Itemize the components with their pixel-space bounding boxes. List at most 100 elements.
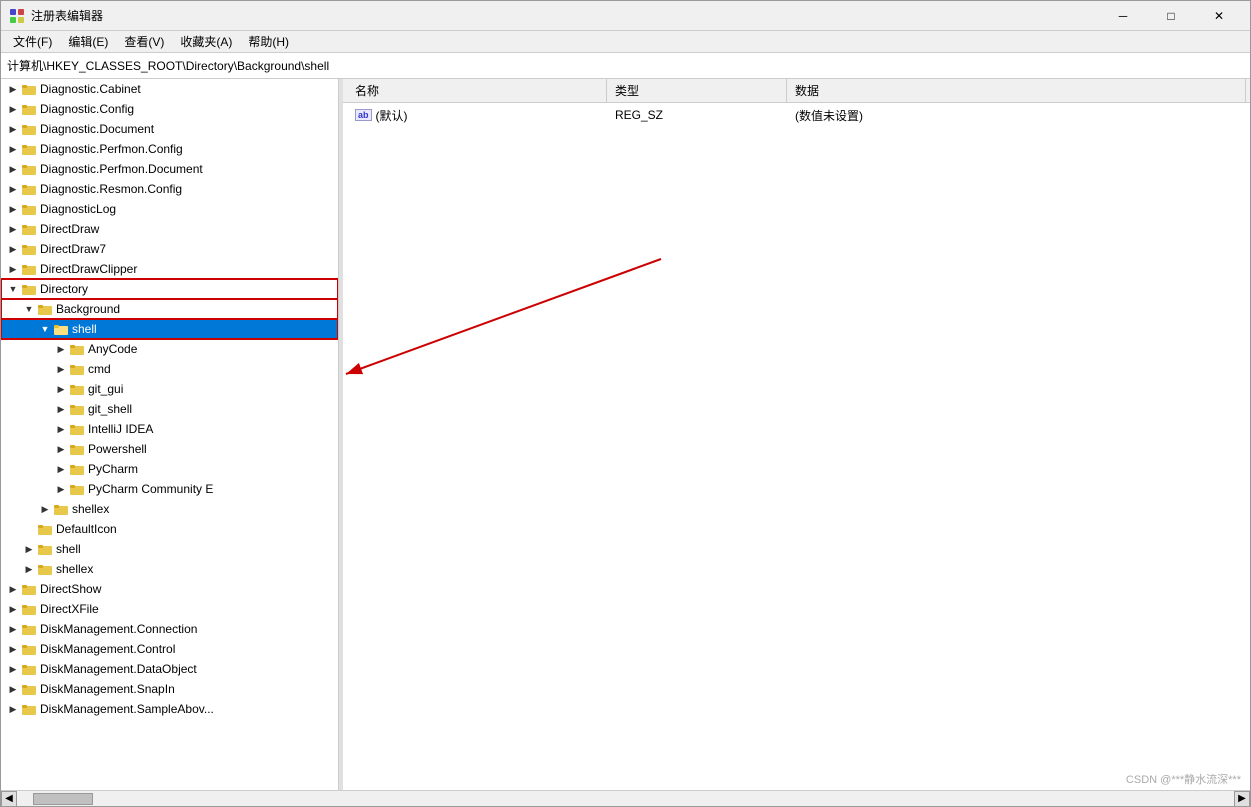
tree-label: PyCharm Community E bbox=[88, 482, 338, 496]
folder-icon bbox=[21, 221, 37, 237]
folder-icon bbox=[37, 301, 53, 317]
folder-icon bbox=[21, 641, 37, 657]
menu-view[interactable]: 查看(V) bbox=[116, 31, 172, 52]
tree-label: DiskManagement.SampleAbov... bbox=[40, 702, 338, 716]
cell-type: REG_SZ bbox=[607, 108, 787, 122]
tree-item-shellex-directory[interactable]: ▶ shellex bbox=[1, 559, 338, 579]
tree-label: DirectDraw7 bbox=[40, 242, 338, 256]
tree-label: DefaultIcon bbox=[56, 522, 338, 536]
registry-editor-window: 注册表编辑器 ─ □ ✕ 文件(F) 编辑(E) 查看(V) 收藏夹(A) 帮助… bbox=[0, 0, 1251, 807]
scroll-left-button[interactable]: ◀ bbox=[1, 791, 17, 807]
expander-icon: ▶ bbox=[5, 684, 21, 695]
tree-item-pycharm-community[interactable]: ▶ PyCharm Community E bbox=[1, 479, 338, 499]
tree-label: Diagnostic.Resmon.Config bbox=[40, 182, 338, 196]
expander-icon: ▶ bbox=[5, 224, 21, 235]
folder-icon bbox=[53, 321, 69, 337]
tree-item-cmd[interactable]: ▶ cmd bbox=[1, 359, 338, 379]
tree-item-diagnosticlog[interactable]: ▶ DiagnosticLog bbox=[1, 199, 338, 219]
folder-icon bbox=[37, 521, 53, 537]
tree-item-diskmanagement-connection[interactable]: ▶ DiskManagement.Connection bbox=[1, 619, 338, 639]
column-header-type: 类型 bbox=[607, 79, 787, 102]
tree-item-diskmanagement-control[interactable]: ▶ DiskManagement.Control bbox=[1, 639, 338, 659]
expander-icon: ▶ bbox=[37, 504, 53, 515]
folder-icon bbox=[21, 601, 37, 617]
tree-label: Diagnostic.Perfmon.Document bbox=[40, 162, 338, 176]
tree-label: DiskManagement.DataObject bbox=[40, 662, 338, 676]
tree-label: DirectShow bbox=[40, 582, 338, 596]
tree-item-diskmanagement-dataobject[interactable]: ▶ DiskManagement.DataObject bbox=[1, 659, 338, 679]
tree-item-directdraw[interactable]: ▶ DirectDraw bbox=[1, 219, 338, 239]
tree-item-diskmanagement-snapin[interactable]: ▶ DiskManagement.SnapIn bbox=[1, 679, 338, 699]
tree-label: Diagnostic.Config bbox=[40, 102, 338, 116]
folder-icon bbox=[69, 461, 85, 477]
tree-label: Diagnostic.Perfmon.Config bbox=[40, 142, 338, 156]
expander-icon: ▶ bbox=[5, 104, 21, 115]
tree-item-git-gui[interactable]: ▶ git_gui bbox=[1, 379, 338, 399]
menu-file[interactable]: 文件(F) bbox=[5, 31, 60, 52]
tree-label: DirectXFile bbox=[40, 602, 338, 616]
folder-icon bbox=[21, 81, 37, 97]
tree-item-directory[interactable]: ▼ Directory bbox=[1, 279, 338, 299]
tree-panel[interactable]: ▶ Diagnostic.Cabinet ▶ Diagnostic.Config… bbox=[1, 79, 339, 790]
minimize-button[interactable]: ─ bbox=[1100, 1, 1146, 31]
folder-icon bbox=[69, 441, 85, 457]
expander-icon: ▶ bbox=[5, 124, 21, 135]
scroll-right-button[interactable]: ▶ bbox=[1234, 791, 1250, 807]
tree-item-diagnostic-perfmon-config[interactable]: ▶ Diagnostic.Perfmon.Config bbox=[1, 139, 338, 159]
tree-item-directshow[interactable]: ▶ DirectShow bbox=[1, 579, 338, 599]
tree-label: DiagnosticLog bbox=[40, 202, 338, 216]
tree-item-directdraw7[interactable]: ▶ DirectDraw7 bbox=[1, 239, 338, 259]
expander-icon: ▶ bbox=[5, 204, 21, 215]
tree-label: AnyCode bbox=[88, 342, 338, 356]
folder-icon bbox=[21, 621, 37, 637]
menu-favorites[interactable]: 收藏夹(A) bbox=[172, 31, 240, 52]
close-button[interactable]: ✕ bbox=[1196, 1, 1242, 31]
folder-icon bbox=[21, 201, 37, 217]
tree-item-pycharm[interactable]: ▶ PyCharm bbox=[1, 459, 338, 479]
horizontal-scrollbar[interactable]: ◀ ▶ bbox=[1, 790, 1250, 806]
expander-icon: ▶ bbox=[5, 664, 21, 675]
tree-item-intellij[interactable]: ▶ IntelliJ IDEA bbox=[1, 419, 338, 439]
maximize-button[interactable]: □ bbox=[1148, 1, 1194, 31]
expander-icon: ▶ bbox=[53, 424, 69, 435]
tree-item-shell[interactable]: ▼ shell bbox=[1, 319, 338, 339]
tree-item-diagnostic-document[interactable]: ▶ Diagnostic.Document bbox=[1, 119, 338, 139]
tree-item-background[interactable]: ▼ Background bbox=[1, 299, 338, 319]
folder-icon bbox=[21, 281, 37, 297]
tree-item-directdrawclipper[interactable]: ▶ DirectDrawClipper bbox=[1, 259, 338, 279]
tree-label: git_shell bbox=[88, 402, 338, 416]
expander-icon: ▼ bbox=[37, 324, 53, 334]
tree-item-diagnostic-config[interactable]: ▶ Diagnostic.Config bbox=[1, 99, 338, 119]
tree-item-git-shell[interactable]: ▶ git_shell bbox=[1, 399, 338, 419]
scroll-thumb[interactable] bbox=[33, 793, 93, 805]
expander-icon: ▶ bbox=[53, 464, 69, 475]
tree-item-directxfile[interactable]: ▶ DirectXFile bbox=[1, 599, 338, 619]
tree-item-diagnostic-perfmon-document[interactable]: ▶ Diagnostic.Perfmon.Document bbox=[1, 159, 338, 179]
folder-icon bbox=[21, 101, 37, 117]
tree-label: git_gui bbox=[88, 382, 338, 396]
expander-icon: ▶ bbox=[5, 244, 21, 255]
tree-item-powershell[interactable]: ▶ Powershell bbox=[1, 439, 338, 459]
expander-icon: ▶ bbox=[21, 564, 37, 575]
column-header-data: 数据 bbox=[787, 79, 1246, 102]
folder-icon bbox=[21, 181, 37, 197]
address-bar: 计算机\HKEY_CLASSES_ROOT\Directory\Backgrou… bbox=[1, 53, 1250, 79]
folder-icon bbox=[69, 341, 85, 357]
tree-label: PyCharm bbox=[88, 462, 338, 476]
folder-icon bbox=[21, 241, 37, 257]
tree-item-anycode[interactable]: ▶ AnyCode bbox=[1, 339, 338, 359]
menu-edit[interactable]: 编辑(E) bbox=[60, 31, 116, 52]
expander-icon: ▶ bbox=[5, 184, 21, 195]
menu-help[interactable]: 帮助(H) bbox=[240, 31, 297, 52]
tree-item-shellex-background[interactable]: ▶ shellex bbox=[1, 499, 338, 519]
tree-item-diagnostic-resmon[interactable]: ▶ Diagnostic.Resmon.Config bbox=[1, 179, 338, 199]
tree-item-diskmanagement-sample[interactable]: ▶ DiskManagement.SampleAbov... bbox=[1, 699, 338, 719]
tree-item-defaulticon[interactable]: ▶ DefaultIcon bbox=[1, 519, 338, 539]
tree-label: DirectDrawClipper bbox=[40, 262, 338, 276]
registry-row-default[interactable]: ab (默认) REG_SZ (数值未设置) bbox=[343, 105, 1250, 125]
folder-icon bbox=[21, 661, 37, 677]
ab-icon: ab bbox=[355, 109, 372, 121]
cell-data: (数值未设置) bbox=[787, 107, 1246, 124]
tree-item-shell-directory[interactable]: ▶ shell bbox=[1, 539, 338, 559]
tree-item-diagnostic-cabinet[interactable]: ▶ Diagnostic.Cabinet bbox=[1, 79, 338, 99]
